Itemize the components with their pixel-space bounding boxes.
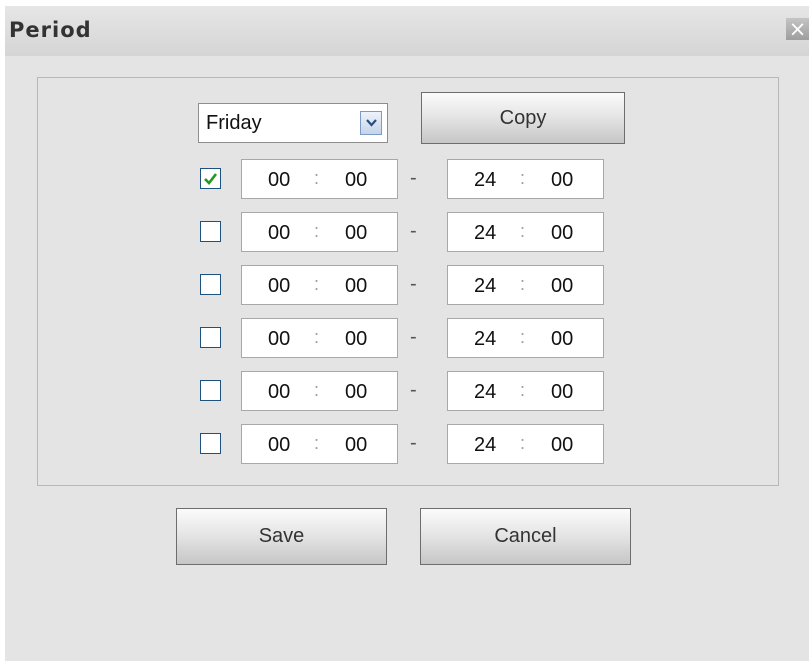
time-colon: : [314, 433, 320, 453]
close-icon[interactable]: × [786, 18, 809, 40]
start-minute[interactable]: 00 [345, 381, 367, 404]
start-time-field[interactable]: 00: 00 [241, 265, 398, 305]
copy-button[interactable]: Copy [421, 92, 625, 144]
period-enable-checkbox[interactable] [200, 433, 221, 454]
start-minute[interactable]: 00 [345, 169, 367, 192]
start-time-field[interactable]: 00: 00 [241, 159, 398, 199]
period-enable-checkbox[interactable] [200, 327, 221, 348]
time-separator: - [410, 379, 417, 401]
dialog-titlebar: Period × [5, 6, 809, 56]
start-minute[interactable]: 00 [345, 434, 367, 457]
period-enable-checkbox[interactable] [200, 168, 221, 189]
period-row: 00: 00 - 24: 00 [0, 371, 809, 411]
period-enable-checkbox[interactable] [200, 380, 221, 401]
save-button[interactable]: Save [176, 508, 387, 565]
end-time-field[interactable]: 24: 00 [447, 318, 604, 358]
end-time-field[interactable]: 24: 00 [447, 265, 604, 305]
end-time-field[interactable]: 24: 00 [447, 159, 604, 199]
start-time-field[interactable]: 00: 00 [241, 371, 398, 411]
period-enable-checkbox[interactable] [200, 221, 221, 242]
time-colon: : [520, 221, 526, 241]
start-hour[interactable]: 00 [268, 275, 290, 298]
end-minute[interactable]: 00 [551, 328, 573, 351]
period-row: 00: 00 - 24: 00 [0, 159, 809, 199]
start-hour[interactable]: 00 [268, 381, 290, 404]
end-minute[interactable]: 00 [551, 434, 573, 457]
day-select-value: Friday [206, 112, 262, 134]
time-colon: : [520, 168, 526, 188]
start-hour[interactable]: 00 [268, 169, 290, 192]
start-time-field[interactable]: 00: 00 [241, 212, 398, 252]
end-minute[interactable]: 00 [551, 222, 573, 245]
time-colon: : [314, 327, 320, 347]
dialog-title: Period [9, 18, 92, 42]
end-time-field[interactable]: 24: 00 [447, 371, 604, 411]
end-hour[interactable]: 24 [474, 169, 496, 192]
start-minute[interactable]: 00 [345, 275, 367, 298]
time-colon: : [314, 274, 320, 294]
time-separator: - [410, 326, 417, 348]
end-minute[interactable]: 00 [551, 275, 573, 298]
time-colon: : [314, 168, 320, 188]
end-minute[interactable]: 00 [551, 381, 573, 404]
end-time-field[interactable]: 24: 00 [447, 424, 604, 464]
time-colon: : [520, 327, 526, 347]
time-colon: : [520, 433, 526, 453]
time-colon: : [520, 274, 526, 294]
start-hour[interactable]: 00 [268, 222, 290, 245]
period-row: 00: 00 - 24: 00 [0, 424, 809, 464]
time-colon: : [314, 380, 320, 400]
period-enable-checkbox[interactable] [200, 274, 221, 295]
time-separator: - [410, 432, 417, 454]
end-hour[interactable]: 24 [474, 275, 496, 298]
end-hour[interactable]: 24 [474, 222, 496, 245]
start-minute[interactable]: 00 [345, 222, 367, 245]
start-hour[interactable]: 00 [268, 328, 290, 351]
start-time-field[interactable]: 00: 00 [241, 318, 398, 358]
end-hour[interactable]: 24 [474, 381, 496, 404]
time-colon: : [520, 380, 526, 400]
chevron-down-icon[interactable] [360, 111, 382, 135]
period-row: 00: 00 - 24: 00 [0, 265, 809, 305]
end-minute[interactable]: 00 [551, 169, 573, 192]
time-separator: - [410, 273, 417, 295]
start-minute[interactable]: 00 [345, 328, 367, 351]
time-separator: - [410, 220, 417, 242]
start-hour[interactable]: 00 [268, 434, 290, 457]
time-separator: - [410, 167, 417, 189]
period-row: 00: 00 - 24: 00 [0, 318, 809, 358]
end-hour[interactable]: 24 [474, 328, 496, 351]
end-hour[interactable]: 24 [474, 434, 496, 457]
end-time-field[interactable]: 24: 00 [447, 212, 604, 252]
checkmark-icon [204, 173, 218, 185]
start-time-field[interactable]: 00: 00 [241, 424, 398, 464]
day-select[interactable]: Friday [198, 103, 388, 143]
time-colon: : [314, 221, 320, 241]
cancel-button[interactable]: Cancel [420, 508, 631, 565]
period-row: 00: 00 - 24: 00 [0, 212, 809, 252]
